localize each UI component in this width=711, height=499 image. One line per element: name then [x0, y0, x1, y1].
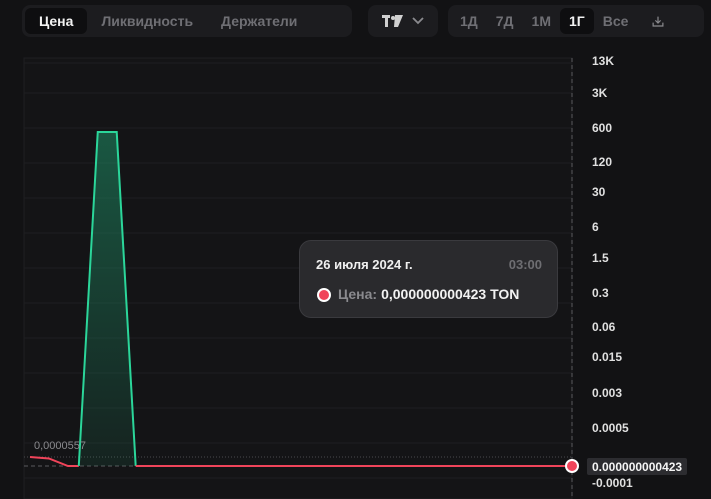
- current-price-label: 0.000000000423: [587, 458, 688, 475]
- chart-style-dropdown[interactable]: [368, 5, 438, 37]
- y-tick-label: 0.015: [592, 350, 623, 364]
- range-1m[interactable]: 1М: [523, 8, 560, 34]
- tooltip-series-dot: [317, 288, 331, 302]
- chevron-down-icon: [412, 17, 424, 25]
- y-tick-label: 3K: [592, 86, 608, 100]
- y-tick-label: 13K: [592, 54, 615, 68]
- range-1y[interactable]: 1Г: [559, 8, 594, 34]
- y-tick-label: 0.0005: [592, 421, 629, 435]
- tooltip-price: Цена: 0,000000000423 TON: [338, 286, 519, 302]
- range-7d[interactable]: 7Д: [487, 8, 523, 34]
- price-tooltip: 26 июля 2024 г. 03:00 Цена: 0,00000000042…: [299, 240, 558, 318]
- range-all[interactable]: Все: [594, 8, 638, 34]
- chart-tabs: Цена Ликвидность Держатели: [22, 5, 352, 37]
- y-tick-label: 0.06: [592, 320, 616, 334]
- download-button[interactable]: [643, 8, 673, 34]
- tradingview-logo-icon: [382, 14, 403, 27]
- y-tick-label: 30: [592, 185, 606, 199]
- download-icon: [652, 16, 664, 27]
- current-price-marker: [565, 459, 579, 473]
- y-tick-label: 600: [592, 121, 613, 135]
- range-1d[interactable]: 1Д: [451, 8, 487, 34]
- tab-holders[interactable]: Держатели: [207, 8, 311, 34]
- tab-liquidity[interactable]: Ликвидность: [87, 8, 207, 34]
- tab-price[interactable]: Цена: [25, 8, 88, 34]
- tooltip-price-label: Цена:: [338, 286, 378, 302]
- tooltip-time: 03:00: [508, 257, 542, 272]
- y-tick-label: 1.5: [592, 251, 609, 265]
- tooltip-price-value: 0,000000000423 TON: [381, 286, 520, 302]
- time-range-selector: 1Д 7Д 1М 1Г Все: [448, 5, 704, 37]
- series-start-label: 0,0000557: [34, 440, 86, 452]
- y-tick-label: -0.0001: [592, 476, 633, 490]
- y-tick-label: 6: [592, 220, 599, 234]
- y-tick-label: 0.003: [592, 386, 623, 400]
- tooltip-date: 26 июля 2024 г.: [316, 257, 413, 272]
- y-tick-label: 0.3: [592, 286, 609, 300]
- y-tick-label: 120: [592, 155, 613, 169]
